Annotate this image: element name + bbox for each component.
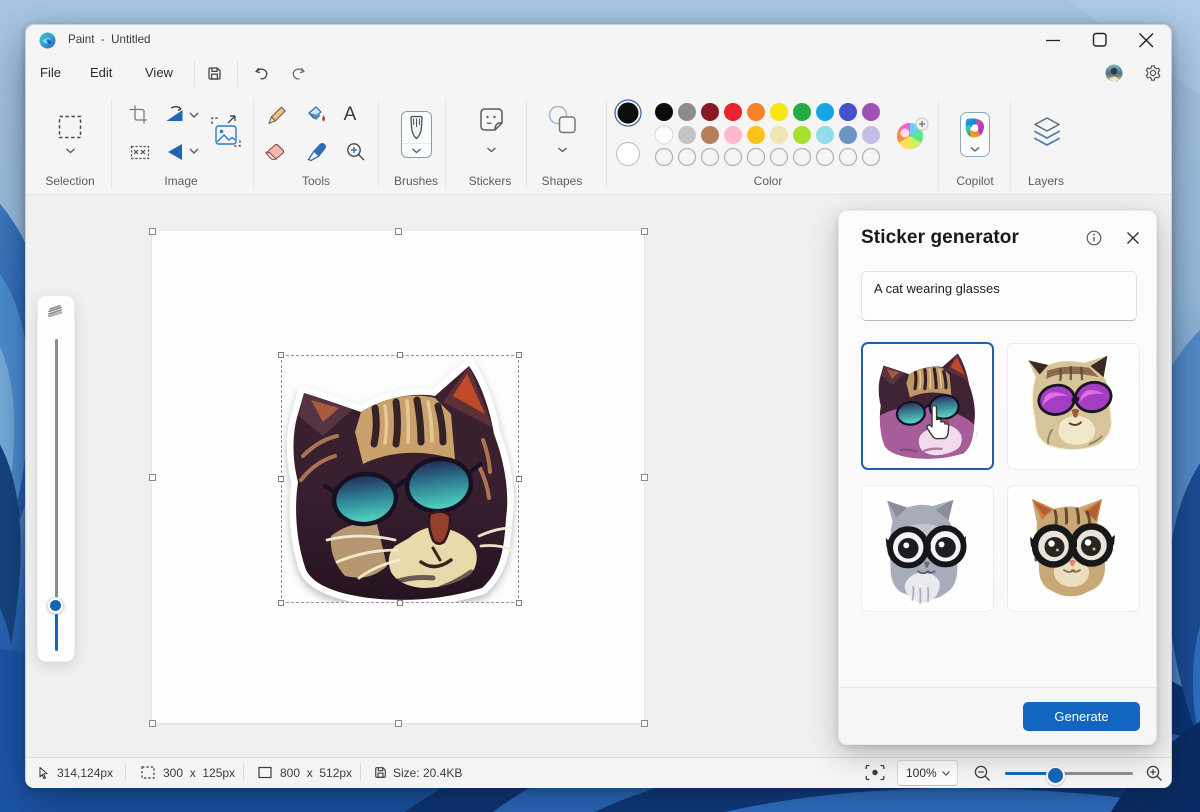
svg-text:A: A xyxy=(344,104,357,125)
